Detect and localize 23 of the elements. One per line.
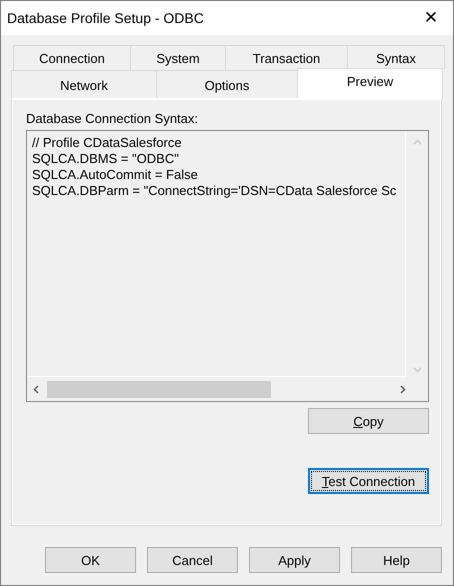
syntax-label: Database Connection Syntax:	[26, 111, 199, 126]
code-line: SQLCA.DBMS = "ODBC"	[32, 151, 180, 167]
tab[interactable]: Preview	[297, 68, 443, 98]
scroll-up-icon[interactable]	[412, 139, 422, 145]
copy-button[interactable]: Copy	[308, 408, 429, 434]
close-button[interactable]: ✕	[409, 1, 453, 35]
scrollbar-thumb[interactable]	[47, 380, 271, 398]
syntax-text-area[interactable]: // Profile CDataSalesforce SQLCA.DBMS = "ODBC" SQLCA.AutoCommit = False SQLCA.DBParm = "ConnectString='DSN=CData Salesforce Sc	[26, 130, 429, 402]
dialog-button[interactable]: Help	[351, 547, 442, 573]
scroll-left-icon[interactable]	[33, 384, 39, 394]
code-line: SQLCA.DBParm = "ConnectString='DSN=CData Salesforce Sc	[32, 183, 398, 199]
scroll-right-icon[interactable]	[400, 384, 406, 394]
dialog-button[interactable]: OK	[45, 547, 136, 573]
window-title: Database Profile Setup - ODBC	[7, 10, 204, 26]
test-connection-button[interactable]: Test Connection	[308, 468, 429, 494]
tab[interactable]: Connection	[13, 45, 131, 70]
code-line: SQLCA.AutoCommit = False	[32, 167, 199, 183]
code-line: // Profile CDataSalesforce	[32, 135, 183, 151]
tab[interactable]: Network	[11, 70, 157, 98]
dialog-button[interactable]: Cancel	[147, 547, 238, 573]
dialog-button[interactable]: Apply	[249, 547, 340, 573]
scroll-down-icon[interactable]	[412, 367, 422, 373]
tab[interactable]: Syntax	[347, 45, 445, 70]
